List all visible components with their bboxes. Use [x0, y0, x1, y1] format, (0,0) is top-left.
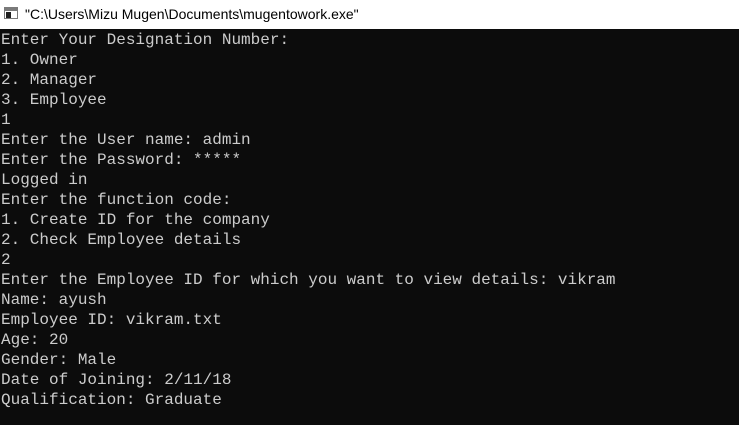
console-window: "C:\Users\Mizu Mugen\Documents\mugentowo…	[0, 0, 739, 425]
console-line: Enter Your Designation Number:	[1, 31, 290, 49]
console-line: Logged in	[1, 171, 88, 189]
console-line: 3. Employee	[1, 91, 107, 109]
console-line: Date of Joining: 2/11/18	[1, 371, 232, 389]
console-line: 2. Manager	[1, 71, 98, 89]
console-line: Name: ayush	[1, 291, 107, 309]
console-line: 1	[1, 111, 11, 129]
console-line: Enter the function code:	[1, 191, 232, 209]
console-line: Gender: Male	[1, 351, 117, 369]
console-line: Enter the User name: admin	[1, 131, 251, 149]
console-line: Employee ID: vikram.txt	[1, 311, 222, 329]
console-line: Age: 20	[1, 331, 69, 349]
console-line: 2	[1, 251, 11, 269]
console-line: 2. Check Employee details	[1, 231, 242, 249]
window-title: "C:\Users\Mizu Mugen\Documents\mugentowo…	[25, 6, 359, 22]
console-line: 1. Create ID for the company	[1, 211, 270, 229]
console-line: 1. Owner	[1, 51, 78, 69]
title-bar[interactable]: "C:\Users\Mizu Mugen\Documents\mugentowo…	[0, 0, 739, 29]
console-line: Enter the Employee ID for which you want…	[1, 271, 616, 289]
console-app-icon[interactable]	[4, 7, 18, 19]
console-line: Enter the Password: *****	[1, 151, 242, 169]
console-output-area[interactable]: Enter Your Designation Number: 1. Owner …	[0, 29, 739, 425]
console-line: Qualification: Graduate	[1, 391, 222, 409]
